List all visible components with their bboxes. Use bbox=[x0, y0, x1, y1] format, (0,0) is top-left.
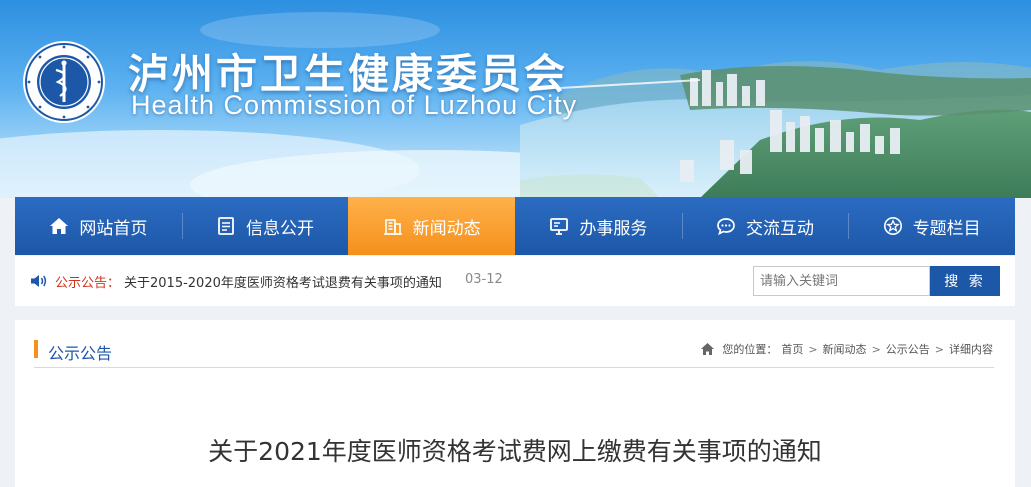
nav-item-label: 信息公开 bbox=[246, 218, 314, 239]
header-banner: 泸州市卫生健康委员会 Health Commission of Luzhou C… bbox=[0, 0, 1031, 198]
section-divider bbox=[34, 367, 994, 368]
nav-item-services[interactable]: 办事服务 bbox=[515, 197, 682, 255]
notice-link[interactable]: 关于2015-2020年度医师资格考试退费有关事项的通知 bbox=[124, 272, 442, 291]
breadcrumb-current: 详细内容 bbox=[949, 343, 993, 356]
notice-bar: 公示公告： 关于2015-2020年度医师资格考试退费有关事项的通知 03-12… bbox=[15, 256, 1015, 306]
chat-icon bbox=[717, 218, 735, 236]
nav-item-label: 交流互动 bbox=[746, 218, 815, 239]
site-subtitle: Health Commission of Luzhou City bbox=[131, 90, 578, 120]
breadcrumb-news[interactable]: 新闻动态 bbox=[823, 341, 867, 357]
star-icon bbox=[883, 217, 902, 235]
nav-item-label: 专题栏目 bbox=[912, 218, 981, 239]
search-input[interactable] bbox=[753, 266, 930, 296]
nav-item-info-disclosure[interactable]: 信息公开 bbox=[181, 197, 349, 255]
nav-item-news[interactable]: 新闻动态 bbox=[348, 197, 516, 255]
section-title: 公示公告 bbox=[48, 344, 113, 363]
breadcrumb-prefix: 您的位置： bbox=[722, 343, 778, 356]
breadcrumb-announcements[interactable]: 公示公告 bbox=[886, 341, 930, 357]
nav-item-label: 办事服务 bbox=[579, 218, 648, 239]
section-accent-bar bbox=[34, 340, 38, 358]
nav-item-home[interactable]: 网站首页 bbox=[15, 197, 182, 255]
building-icon bbox=[383, 219, 402, 235]
main-nav: 网站首页 信息公开 新闻动态 办事服务 交流互动 专题栏目 bbox=[15, 197, 1015, 255]
breadcrumb-separator: > bbox=[871, 342, 881, 356]
health-emblem-icon bbox=[23, 41, 105, 123]
breadcrumb: 您的位置： 首页 > 新闻动态 > 公示公告 > 详细内容 bbox=[700, 341, 993, 357]
notice-label: 公示公告： bbox=[55, 276, 121, 291]
nav-item-label: 新闻动态 bbox=[412, 218, 481, 239]
speaker-icon bbox=[31, 275, 47, 287]
document-icon bbox=[218, 217, 234, 235]
breadcrumb-separator: > bbox=[808, 342, 818, 356]
nav-item-special-topics[interactable]: 专题栏目 bbox=[848, 197, 1015, 255]
notice-date: 03-12 bbox=[465, 272, 503, 287]
monitor-icon bbox=[550, 218, 569, 235]
nav-item-label: 网站首页 bbox=[79, 218, 148, 239]
home-icon bbox=[50, 218, 69, 234]
content-panel: 公示公告 您的位置： 首页 > 新闻动态 > 公示公告 > 详细内容 关于202… bbox=[15, 320, 1015, 487]
breadcrumb-separator: > bbox=[934, 342, 944, 356]
nav-item-interaction[interactable]: 交流互动 bbox=[681, 197, 849, 255]
article-title: 关于2021年度医师资格考试费网上缴费有关事项的通知 bbox=[208, 437, 822, 466]
breadcrumb-home[interactable]: 首页 bbox=[781, 341, 803, 357]
home-icon bbox=[701, 343, 715, 355]
search-button[interactable]: 搜 索 bbox=[930, 266, 1000, 296]
